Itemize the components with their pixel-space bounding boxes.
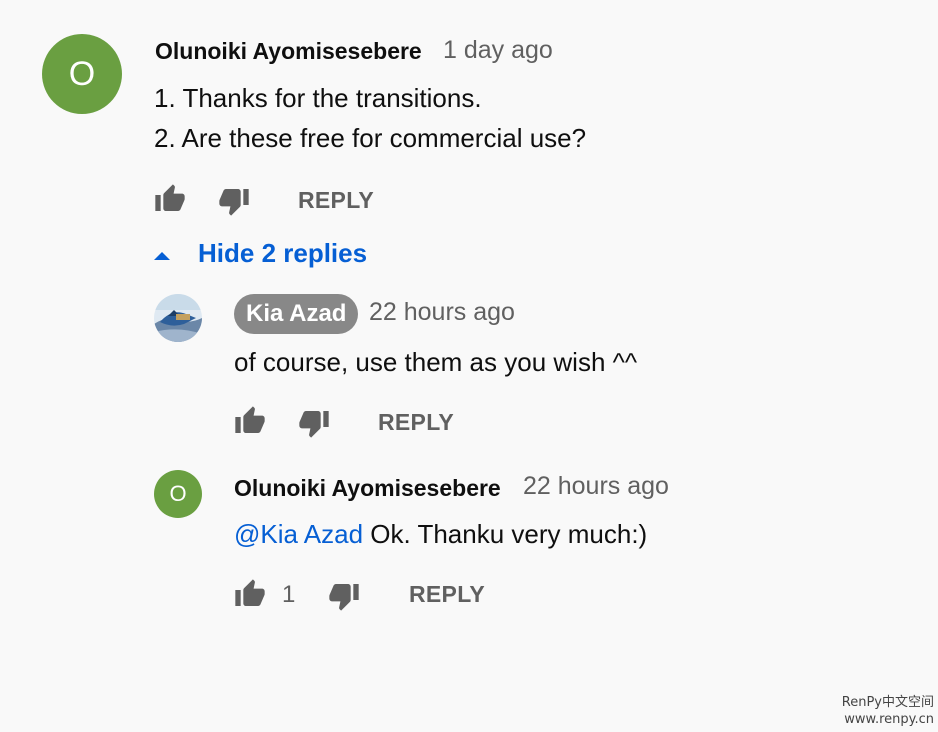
watermark-line-2: www.renpy.cn <box>844 712 934 727</box>
thumb-down-icon[interactable] <box>298 407 330 439</box>
watermark-line-1: RenPy中文空间 <box>841 695 934 710</box>
reply-author[interactable]: Olunoiki Ayomisesebere <box>234 475 501 502</box>
caret-up-icon <box>154 252 170 260</box>
mention-link[interactable]: @Kia Azad <box>234 519 363 549</box>
reply-text: @Kia Azad Ok. Thanku very much:) <box>234 514 647 554</box>
reply-button[interactable]: REPLY <box>409 581 485 608</box>
avatar-letter: O <box>169 481 187 506</box>
commenter-avatar[interactable]: O <box>42 34 122 114</box>
reply-timestamp[interactable]: 22 hours ago <box>369 298 515 327</box>
reply-text: of course, use them as you wish ^^ <box>234 347 638 377</box>
reply-avatar[interactable] <box>154 294 202 342</box>
avatar-letter: O <box>68 54 96 93</box>
reply-button[interactable]: REPLY <box>298 187 374 214</box>
channel-avatar-image <box>154 294 202 342</box>
thumb-up-icon[interactable] <box>234 578 266 610</box>
reply-button[interactable]: REPLY <box>378 409 454 436</box>
thumb-up-icon[interactable] <box>234 405 266 437</box>
thumb-down-icon[interactable] <box>218 185 250 217</box>
channel-owner-badge[interactable]: Kia Azad <box>234 294 359 334</box>
hide-replies-label: Hide 2 replies <box>198 238 368 268</box>
comment-author[interactable]: Olunoiki Ayomisesebere <box>155 38 422 65</box>
thumb-down-icon[interactable] <box>328 580 360 612</box>
reply-message: Ok. Thanku very much:) <box>363 519 648 549</box>
comment-line-2: 2. Are these free for commercial use? <box>154 123 587 153</box>
reply-author: Kia Azad <box>246 300 347 327</box>
watermark: RenPy中文空间 www.renpy.cn <box>842 694 934 728</box>
thumb-up-icon[interactable] <box>154 183 186 215</box>
reply-avatar[interactable]: O <box>154 470 202 518</box>
comment-timestamp[interactable]: 1 day ago <box>443 36 553 65</box>
hide-replies-toggle[interactable]: Hide 2 replies <box>152 238 392 272</box>
like-count: 1 <box>282 581 296 608</box>
comment-line-1: 1. Thanks for the transitions. <box>154 83 482 113</box>
reply-timestamp[interactable]: 22 hours ago <box>523 472 669 501</box>
